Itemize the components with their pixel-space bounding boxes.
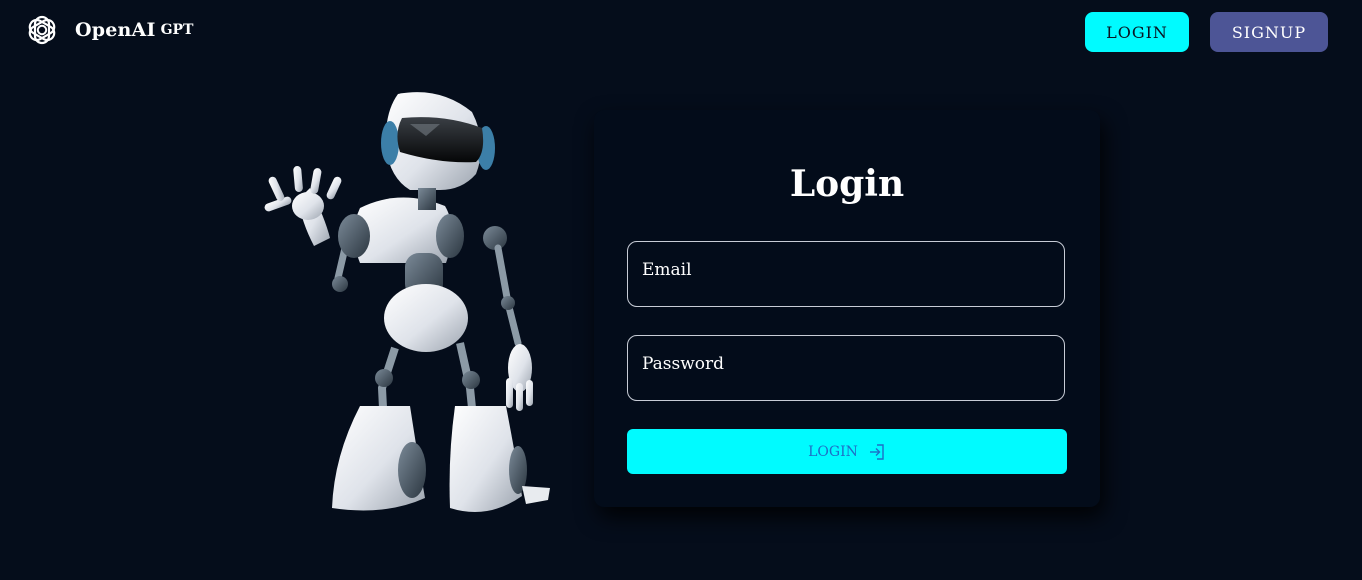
login-title: Login <box>789 163 905 205</box>
email-field[interactable] <box>627 241 1065 307</box>
login-submit-button[interactable]: LOGIN <box>627 429 1067 474</box>
nav-login-button[interactable]: LOGIN <box>1085 12 1189 52</box>
password-field[interactable] <box>627 335 1065 401</box>
password-input[interactable] <box>628 336 1064 400</box>
brand-suffix: GPT <box>160 22 194 38</box>
login-submit-label: LOGIN <box>808 443 858 460</box>
openai-logo-icon <box>24 12 60 48</box>
login-arrow-icon <box>868 443 886 461</box>
login-card: Login LOGIN <box>594 110 1100 507</box>
navbar: OpenAI GPT LOGIN SIGNUP <box>0 0 1362 64</box>
brand[interactable]: OpenAI GPT <box>24 12 193 48</box>
email-input[interactable] <box>628 242 1064 306</box>
waving-robot-illustration <box>250 88 555 523</box>
nav-signup-button[interactable]: SIGNUP <box>1210 12 1328 52</box>
brand-name: OpenAI <box>75 19 156 41</box>
